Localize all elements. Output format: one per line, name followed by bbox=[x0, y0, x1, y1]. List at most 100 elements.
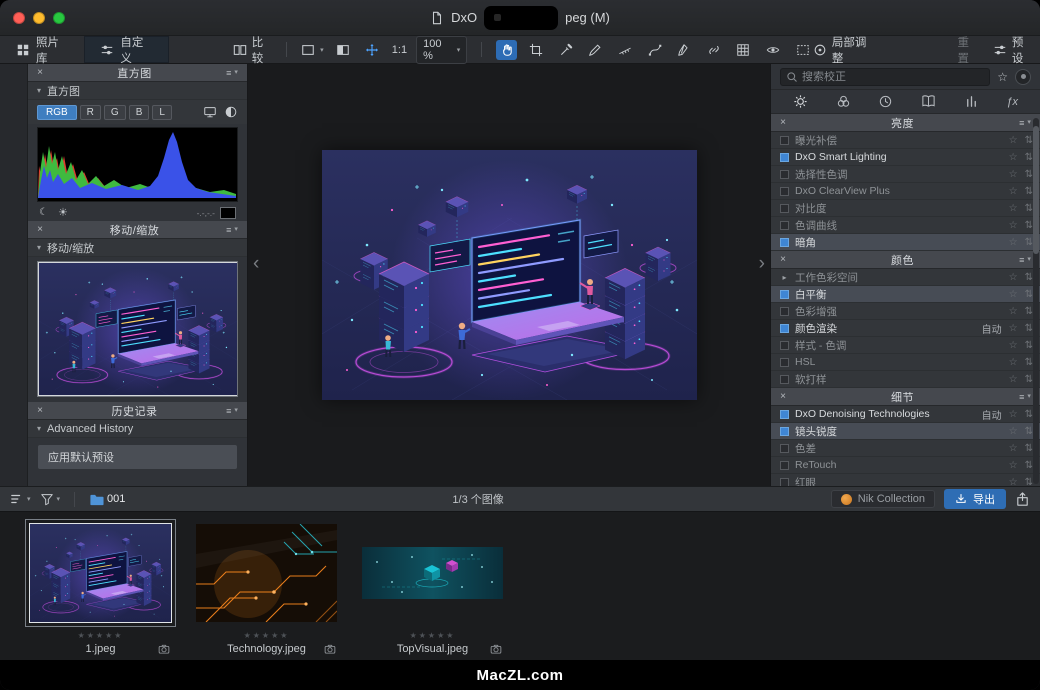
close-icon[interactable]: × bbox=[771, 117, 795, 128]
enable-checkbox[interactable] bbox=[780, 410, 789, 419]
palette-tab-history-clock-icon[interactable] bbox=[878, 94, 893, 109]
current-folder[interactable]: 001 bbox=[89, 492, 125, 507]
correction-item[interactable]: 样式 - 色调☆⇅ bbox=[771, 337, 1040, 354]
tab-photo-library[interactable]: 照片库 bbox=[0, 36, 84, 63]
expand-icon[interactable]: ⇅ bbox=[1025, 443, 1033, 454]
favorite-star-icon[interactable]: ☆ bbox=[1009, 477, 1018, 487]
thumbnail-image[interactable] bbox=[362, 524, 503, 622]
favorite-star-icon[interactable]: ☆ bbox=[1009, 135, 1018, 146]
display-icon[interactable] bbox=[203, 105, 217, 119]
favorite-star-icon[interactable]: ☆ bbox=[1009, 272, 1018, 283]
show-corrections-button[interactable] bbox=[763, 40, 784, 60]
spline-tool-button[interactable] bbox=[644, 40, 665, 60]
correction-item[interactable]: DxO Denoising Technologies自动☆⇅ bbox=[771, 406, 1040, 423]
favorite-star-icon[interactable]: ☆ bbox=[1009, 409, 1018, 420]
advanced-history-row[interactable]: ▾ Advanced History bbox=[28, 420, 247, 438]
correction-item[interactable]: 白平衡☆⇅ bbox=[771, 286, 1040, 303]
export-button[interactable]: 导出 bbox=[944, 489, 1006, 509]
enable-checkbox[interactable] bbox=[780, 444, 789, 453]
favorite-star-icon[interactable]: ☆ bbox=[1009, 220, 1018, 231]
favorite-star-icon[interactable]: ☆ bbox=[1009, 237, 1018, 248]
correction-item[interactable]: 红眼☆⇅ bbox=[771, 474, 1040, 486]
favorite-star-icon[interactable]: ☆ bbox=[1009, 186, 1018, 197]
image-canvas[interactable]: ‹ › bbox=[248, 64, 770, 486]
highlight-clipping-icon[interactable]: ☀ bbox=[58, 206, 68, 219]
share-icon[interactable] bbox=[1015, 492, 1030, 507]
correction-item[interactable]: 色差☆⇅ bbox=[771, 440, 1040, 457]
expand-icon[interactable]: ⇅ bbox=[1025, 220, 1033, 231]
palette-tab-equalizer-icon[interactable] bbox=[964, 94, 979, 109]
collapse-right-panel-chevron[interactable]: › bbox=[755, 250, 769, 277]
sort-dropdown[interactable]: ▾ bbox=[10, 492, 31, 506]
minimize-window-button[interactable] bbox=[33, 12, 45, 24]
enable-checkbox[interactable] bbox=[780, 170, 789, 179]
enable-checkbox[interactable] bbox=[780, 221, 789, 230]
correction-item[interactable]: 色彩增强☆⇅ bbox=[771, 303, 1040, 320]
enable-checkbox[interactable] bbox=[780, 461, 789, 470]
retouch-tool-button[interactable] bbox=[585, 40, 606, 60]
correction-item[interactable]: 对比度☆⇅ bbox=[771, 200, 1040, 217]
local-adjustments-button[interactable]: 局部调整 bbox=[813, 34, 874, 66]
correction-item[interactable]: 软打样☆⇅ bbox=[771, 371, 1040, 388]
pan-tool-button[interactable] bbox=[496, 40, 517, 60]
favorite-star-icon[interactable]: ☆ bbox=[1009, 426, 1018, 437]
filmstrip-thumbnail[interactable]: ★★★★★ TopVisual.jpeg bbox=[360, 524, 505, 660]
favorite-star-icon[interactable]: ☆ bbox=[1009, 203, 1018, 214]
view-split-button[interactable] bbox=[333, 40, 354, 60]
tab-customize[interactable]: 自定义 bbox=[84, 36, 168, 63]
favorite-star-icon[interactable]: ☆ bbox=[1009, 374, 1018, 385]
white-balance-picker-button[interactable] bbox=[555, 40, 576, 60]
correction-item[interactable]: 暗角☆⇅ bbox=[771, 234, 1040, 251]
enable-checkbox[interactable] bbox=[780, 204, 789, 213]
fit-move-button[interactable] bbox=[362, 40, 383, 60]
channel-rgb-button[interactable]: RGB bbox=[37, 105, 77, 120]
rating-stars[interactable]: ★★★★★ bbox=[78, 631, 124, 640]
rating-stars[interactable]: ★★★★★ bbox=[244, 631, 290, 640]
filmstrip-thumbnail[interactable]: ★★★★★ 1.jpeg bbox=[28, 524, 173, 660]
enable-checkbox[interactable] bbox=[780, 238, 789, 247]
view-mode-button[interactable]: ▾ bbox=[301, 43, 324, 57]
filmstrip-thumbnail[interactable]: ★★★★★ Technology.jpeg bbox=[194, 524, 339, 660]
expand-icon[interactable]: ⇅ bbox=[1025, 357, 1033, 368]
expand-icon[interactable]: ⇅ bbox=[1025, 460, 1033, 471]
favorite-star-icon[interactable]: ☆ bbox=[1009, 169, 1018, 180]
enable-checkbox[interactable] bbox=[780, 307, 789, 316]
close-icon[interactable]: × bbox=[771, 391, 795, 402]
section-menu-icon[interactable]: ≡▾ bbox=[217, 225, 247, 235]
correction-item[interactable]: DxO Smart Lighting☆⇅ bbox=[771, 149, 1040, 166]
selection-tool-button[interactable] bbox=[792, 40, 813, 60]
enable-checkbox[interactable] bbox=[780, 375, 789, 384]
enable-checkbox[interactable] bbox=[780, 358, 789, 367]
enable-checkbox[interactable] bbox=[780, 427, 789, 436]
enable-checkbox[interactable] bbox=[780, 187, 789, 196]
channel-r-button[interactable]: R bbox=[80, 105, 101, 120]
close-icon[interactable]: × bbox=[28, 224, 52, 235]
apply-default-preset-item[interactable]: 应用默认预设 bbox=[38, 445, 237, 469]
expand-icon[interactable]: ⇅ bbox=[1025, 426, 1033, 437]
favorite-star-icon[interactable]: ☆ bbox=[1009, 152, 1018, 163]
correction-item[interactable]: 颜色渲染自动☆⇅ bbox=[771, 320, 1040, 337]
channel-b-button[interactable]: B bbox=[129, 105, 150, 120]
expand-icon[interactable]: ⇅ bbox=[1025, 289, 1033, 300]
correction-item[interactable]: ReTouch☆⇅ bbox=[771, 457, 1040, 474]
perspective-tool-button[interactable] bbox=[733, 40, 754, 60]
search-box[interactable] bbox=[780, 68, 990, 86]
link-tool-button[interactable] bbox=[704, 40, 725, 60]
expand-icon[interactable]: ⇅ bbox=[1025, 323, 1033, 334]
palette-tab-book-icon[interactable] bbox=[921, 94, 936, 109]
active-corrections-toggle-icon[interactable] bbox=[1015, 69, 1031, 85]
favorite-star-icon[interactable]: ☆ bbox=[1009, 357, 1018, 368]
palette-tab-fx-icon[interactable]: ƒx bbox=[1006, 96, 1018, 108]
zoom-level-dropdown[interactable]: 100 % ▾ bbox=[416, 36, 467, 64]
expand-icon[interactable]: ⇅ bbox=[1025, 169, 1033, 180]
expand-icon[interactable]: ⇅ bbox=[1025, 374, 1033, 385]
section-menu-icon[interactable]: ≡▾ bbox=[217, 68, 247, 78]
close-icon[interactable]: × bbox=[28, 67, 52, 78]
expand-icon[interactable]: ⇅ bbox=[1025, 135, 1033, 146]
expand-icon[interactable]: ⇅ bbox=[1025, 237, 1033, 248]
scrollbar-thumb[interactable] bbox=[1033, 126, 1039, 254]
favorite-star-icon[interactable]: ☆ bbox=[1009, 460, 1018, 471]
close-icon[interactable]: × bbox=[771, 254, 795, 265]
favorite-star-icon[interactable]: ☆ bbox=[1009, 306, 1018, 317]
palette-tab-color-wheel-icon[interactable] bbox=[836, 94, 851, 109]
